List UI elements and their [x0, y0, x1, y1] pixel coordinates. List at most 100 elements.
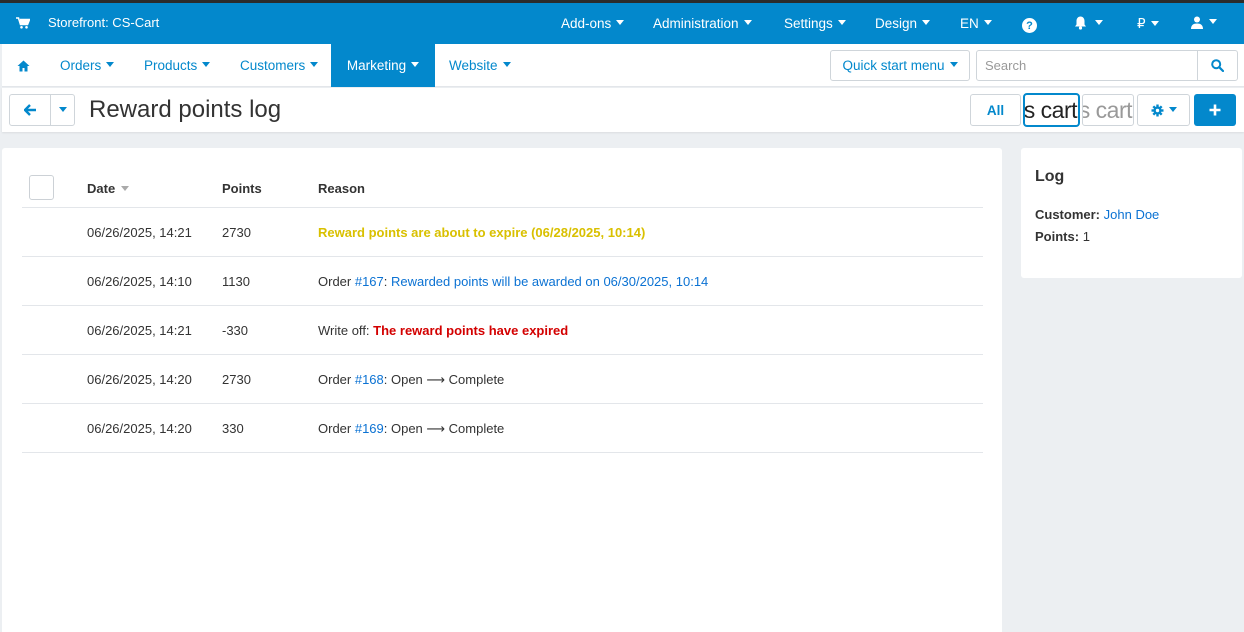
reason-prefix: Write off: [318, 323, 374, 338]
chevron-down-icon [1209, 19, 1217, 24]
reason-prefix: Order [318, 274, 355, 289]
nav-orders-label: Orders [60, 58, 102, 73]
customer-info: Customer: John Doe [1035, 207, 1159, 222]
nav-marketing-label: Marketing [346, 58, 407, 73]
back-dropdown-button[interactable] [50, 94, 75, 126]
chevron-down-icon [1095, 19, 1103, 25]
menu-addons-label: Add-ons [561, 16, 612, 31]
gear-icon [1151, 104, 1163, 116]
main-nav: Orders Products Customers Marketing Webs… [2, 44, 1244, 87]
chevron-down-icon [106, 62, 115, 67]
settings-gear-button[interactable] [1137, 94, 1190, 126]
menu-addons[interactable]: Add-ons [561, 16, 625, 31]
column-date[interactable]: Date [87, 181, 130, 196]
row-points: 1130 [222, 274, 250, 289]
quick-start-menu-button[interactable]: Quick start menu [830, 50, 970, 81]
table-row: 06/26/2025, 14:10 1130 Order #167: Rewar… [22, 257, 983, 306]
currency-label: ₽ [1137, 16, 1146, 31]
search-button[interactable] [1197, 51, 1237, 80]
row-points: -330 [222, 323, 249, 338]
reward-points-log-panel: Date Points Reason 06/26/2025, 14:21 273… [2, 148, 1002, 632]
storefront-link[interactable]: Storefront: CS-Cart [16, 15, 159, 30]
language-label: EN [960, 16, 979, 31]
points-info: Points: 1 [1035, 229, 1090, 244]
search-input[interactable] [977, 51, 1197, 80]
search-icon [1211, 59, 1224, 72]
row-reason: Order #168: Open ⟶ Complete [318, 372, 504, 388]
row-reason: Order #169: Open ⟶ Complete [318, 421, 504, 437]
add-button[interactable] [1194, 94, 1236, 126]
chevron-down-icon [949, 62, 958, 67]
reason-prefix: Order [318, 372, 355, 387]
storefront-logo-button[interactable]: s cart [1082, 94, 1134, 126]
order-link[interactable]: #168 [355, 372, 384, 387]
nav-products-label: Products [144, 58, 198, 73]
order-link[interactable]: #169 [355, 421, 384, 436]
chevron-down-icon [502, 62, 511, 67]
points-value: 1 [1082, 229, 1090, 244]
table-row: 06/26/2025, 14:21 2730 Reward points are… [22, 208, 983, 257]
menu-settings[interactable]: Settings [784, 16, 846, 31]
select-all-checkbox[interactable] [29, 175, 54, 200]
points-label: Points: [1035, 229, 1080, 244]
plus-icon [1209, 104, 1221, 116]
table-row: 06/26/2025, 14:20 330 Order #169: Open ⟶… [22, 404, 983, 453]
column-reason: Reason [318, 181, 365, 196]
home-link[interactable] [17, 44, 30, 87]
menu-administration[interactable]: Administration [653, 16, 752, 31]
user-icon [1191, 16, 1203, 29]
reason-prefix: Order [318, 421, 355, 436]
column-date-label: Date [87, 181, 116, 196]
storefront-logo: s cart [1082, 96, 1133, 123]
row-date: 06/26/2025, 14:20 [87, 372, 192, 387]
nav-marketing[interactable]: Marketing [331, 44, 435, 87]
row-date: 06/26/2025, 14:10 [87, 274, 192, 289]
expired-notice: The reward points have expired [373, 323, 569, 338]
table-header: Date Points Reason [22, 175, 983, 208]
sidebar-title: Log [1035, 168, 1065, 185]
reward-info-link[interactable]: Rewarded points will be awarded on 06/30… [391, 274, 708, 289]
notifications-button[interactable] [1074, 16, 1103, 30]
chevron-down-icon [202, 62, 211, 67]
chevron-down-icon [743, 20, 752, 25]
chevron-down-icon [411, 62, 420, 67]
nav-customers-label: Customers [240, 58, 306, 73]
customer-label: Customer: [1035, 207, 1101, 222]
order-link[interactable]: #167 [355, 274, 384, 289]
chevron-down-icon [837, 20, 846, 25]
row-reason: Order #167: Rewarded points will be awar… [318, 274, 709, 289]
row-date: 06/26/2025, 14:21 [87, 225, 192, 240]
storefront-label: Storefront: CS-Cart [48, 15, 160, 30]
help-button[interactable]: ? [1022, 18, 1037, 33]
chevron-down-icon [616, 20, 625, 25]
row-reason: Reward points are about to expire (06/28… [318, 225, 646, 240]
status-change: : Open ⟶ Complete [383, 421, 505, 436]
row-points: 2730 [222, 372, 251, 387]
table-row: 06/26/2025, 14:21 -330 Write off: The re… [22, 306, 983, 355]
row-reason: Write off: The reward points have expire… [318, 323, 568, 338]
status-change: : Open ⟶ Complete [383, 372, 505, 387]
customer-link[interactable]: John Doe [1104, 207, 1160, 222]
arrow-left-icon [23, 104, 36, 116]
all-storefronts-button[interactable]: All [970, 94, 1021, 126]
nav-orders[interactable]: Orders [60, 44, 115, 87]
user-menu[interactable] [1191, 16, 1217, 29]
language-selector[interactable]: EN [960, 16, 992, 31]
title-bar: Reward points log All s cart s cart [2, 88, 1244, 132]
back-button[interactable] [9, 94, 51, 126]
currency-selector[interactable]: ₽ [1137, 16, 1159, 32]
storefront-logo-button-active[interactable]: s cart [1023, 93, 1080, 127]
page-title: Reward points log [89, 96, 282, 123]
column-points: Points [222, 181, 262, 196]
nav-products[interactable]: Products [144, 44, 211, 87]
menu-administration-label: Administration [653, 16, 739, 31]
nav-website[interactable]: Website [449, 44, 511, 87]
row-points: 2730 [222, 225, 251, 240]
table-row: 06/26/2025, 14:20 2730 Order #168: Open … [22, 355, 983, 404]
menu-design[interactable]: Design [875, 16, 931, 31]
storefront-logo: s cart [1023, 96, 1078, 123]
chevron-down-icon [310, 62, 319, 67]
nav-customers[interactable]: Customers [240, 44, 319, 87]
home-icon [17, 60, 30, 71]
chevron-down-icon [983, 20, 992, 25]
